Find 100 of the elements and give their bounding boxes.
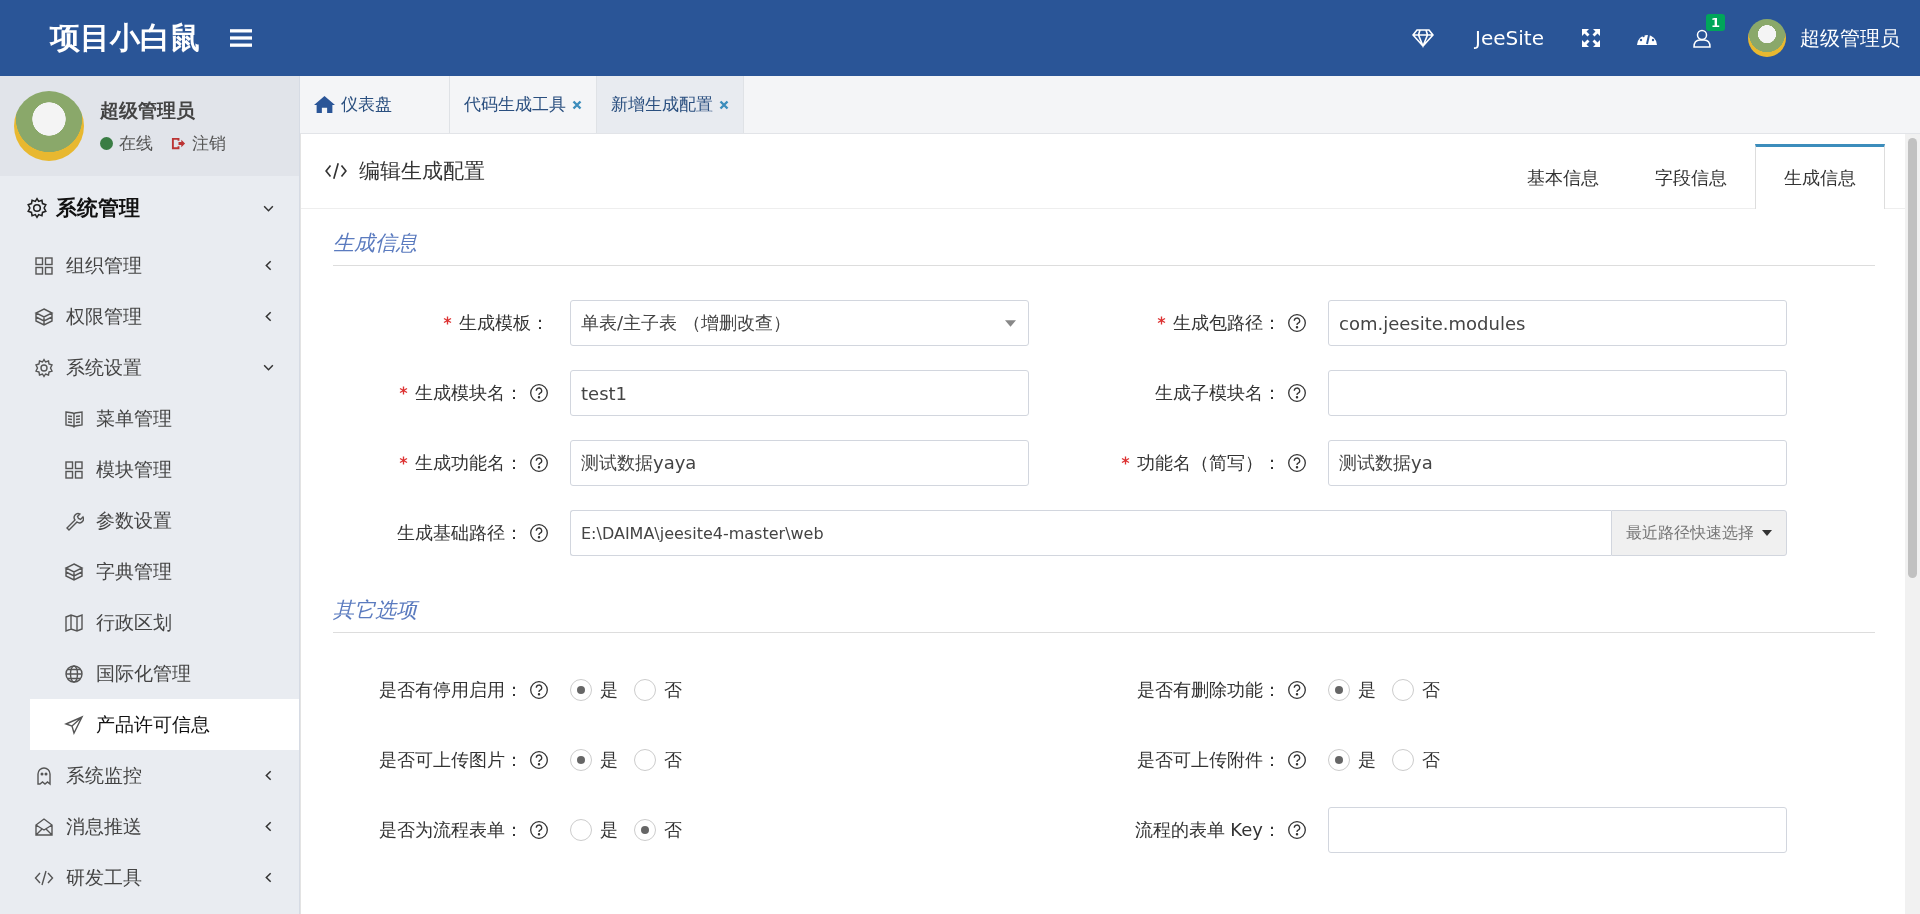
field-label: 是否可上传图片： <box>379 748 523 772</box>
field-label: 是否为流程表单： <box>379 818 523 842</box>
notification-badge: 1 <box>1706 14 1726 31</box>
field-label: 生成模板： <box>459 311 549 335</box>
field-label: 生成功能名： <box>415 451 523 475</box>
input-field[interactable]: test1 <box>570 370 1029 416</box>
wrench-icon <box>64 510 84 531</box>
app-title[interactable]: 项目小白鼠 <box>50 17 200 59</box>
input-field[interactable]: com.jeesite.modules <box>1328 300 1787 346</box>
radio-label[interactable]: 否 <box>1422 678 1440 702</box>
submenu-item[interactable]: 行政区划 <box>30 597 299 648</box>
help-icon[interactable] <box>1287 680 1307 700</box>
section-title: 生成信息 <box>333 219 1875 266</box>
menu-item[interactable]: 研发工具 <box>0 852 299 903</box>
section-title: 其它选项 <box>333 586 1875 633</box>
field-label: 生成包路径： <box>1173 311 1281 335</box>
status-text: 在线 <box>119 131 153 155</box>
fullscreen-icon[interactable] <box>1580 28 1602 48</box>
menu-group[interactable]: 系统管理 <box>0 176 299 240</box>
radio-label[interactable]: 否 <box>664 818 682 842</box>
menu-item[interactable]: 权限管理 <box>0 291 299 342</box>
grid-icon <box>64 459 84 480</box>
radio-label[interactable]: 否 <box>664 748 682 772</box>
template-select[interactable]: 单表/主子表 （增删改查） <box>570 300 1029 346</box>
submenu-item[interactable]: 字典管理 <box>30 546 299 597</box>
help-icon[interactable] <box>1287 313 1307 333</box>
logout-icon[interactable] <box>171 135 186 151</box>
input-field[interactable]: E:\DAIMA\jeesite4-master\web <box>570 510 1611 556</box>
close-icon[interactable] <box>572 99 582 110</box>
book-icon <box>64 408 84 429</box>
map-icon <box>64 612 84 633</box>
gear-icon <box>26 197 48 219</box>
user-name: 超级管理员 <box>100 97 196 123</box>
radio-label[interactable]: 否 <box>664 678 682 702</box>
cube-icon <box>34 306 54 327</box>
home-icon <box>314 95 335 114</box>
radio-label[interactable]: 是 <box>600 818 618 842</box>
form-tab[interactable]: 基本信息 <box>1499 144 1627 208</box>
avatar[interactable] <box>1748 19 1786 57</box>
menu-item[interactable]: 组织管理 <box>0 240 299 291</box>
help-icon[interactable] <box>529 453 549 473</box>
field-label: 生成基础路径： <box>397 521 523 545</box>
code-icon <box>325 162 347 180</box>
field-label: 生成模块名： <box>415 381 523 405</box>
caret-icon <box>1762 530 1772 536</box>
caret-icon <box>1005 319 1016 327</box>
input-field[interactable] <box>1328 370 1787 416</box>
radio-label[interactable]: 是 <box>600 748 618 772</box>
close-icon[interactable] <box>719 99 729 110</box>
input-field[interactable]: 测试数据ya <box>1328 440 1787 486</box>
help-icon[interactable] <box>1287 750 1307 770</box>
help-icon[interactable] <box>529 383 549 403</box>
help-icon[interactable] <box>529 523 549 543</box>
submenu-item[interactable]: 国际化管理 <box>30 648 299 699</box>
cube-icon <box>64 561 84 582</box>
radio-label[interactable]: 是 <box>600 678 618 702</box>
scrollbar-thumb[interactable] <box>1908 138 1917 578</box>
help-icon[interactable] <box>529 820 549 840</box>
menu-item[interactable]: 消息推送 <box>0 801 299 852</box>
field-label: 是否有删除功能： <box>1137 678 1281 702</box>
field-label: 功能名（简写）： <box>1137 451 1281 475</box>
input-field[interactable] <box>1328 807 1787 853</box>
help-icon[interactable] <box>1287 820 1307 840</box>
paper-plane-icon <box>64 714 84 735</box>
field-label: 是否有停用启用： <box>379 678 523 702</box>
grid-icon <box>34 255 54 276</box>
input-field[interactable]: 测试数据yaya <box>570 440 1029 486</box>
online-status-dot <box>100 136 113 150</box>
help-icon[interactable] <box>529 680 549 700</box>
gear-icon <box>34 357 54 378</box>
help-icon[interactable] <box>1287 383 1307 403</box>
brand-link[interactable]: JeeSite <box>1412 26 1544 50</box>
dropdown-button[interactable]: 最近路径快速选择 <box>1611 510 1787 556</box>
field-label: 生成子模块名： <box>1155 381 1281 405</box>
envelope-icon <box>34 816 54 837</box>
submenu-item[interactable]: 菜单管理 <box>30 393 299 444</box>
radio-label[interactable]: 是 <box>1358 678 1376 702</box>
panel-title: 编辑生成配置 <box>359 158 485 185</box>
user-icon[interactable] <box>1692 28 1714 48</box>
menu-item[interactable]: 系统监控 <box>0 750 299 801</box>
form-tab[interactable]: 字段信息 <box>1627 144 1755 208</box>
form-tab[interactable]: 生成信息 <box>1755 144 1885 209</box>
field-label: 是否可上传附件： <box>1137 748 1281 772</box>
radio-label[interactable]: 否 <box>1422 748 1440 772</box>
radio-label[interactable]: 是 <box>1358 748 1376 772</box>
help-icon[interactable] <box>1287 453 1307 473</box>
diamond-icon <box>1412 28 1435 48</box>
globe-icon <box>64 663 84 684</box>
help-icon[interactable] <box>529 750 549 770</box>
submenu-item[interactable]: 参数设置 <box>30 495 299 546</box>
submenu-item[interactable]: 产品许可信息 <box>30 699 299 750</box>
submenu-item[interactable]: 模块管理 <box>30 444 299 495</box>
scrollbar[interactable] <box>1905 134 1920 914</box>
user-name[interactable]: 超级管理员 <box>1800 24 1900 52</box>
menu-icon[interactable] <box>230 29 252 47</box>
ghost-icon <box>34 765 54 786</box>
logout-link[interactable]: 注销 <box>192 131 226 155</box>
menu-item[interactable]: 系统设置 <box>0 342 299 393</box>
field-label: 流程的表单 Key： <box>1134 818 1281 842</box>
page-tab[interactable]: 新增生成配置 <box>597 76 744 133</box>
